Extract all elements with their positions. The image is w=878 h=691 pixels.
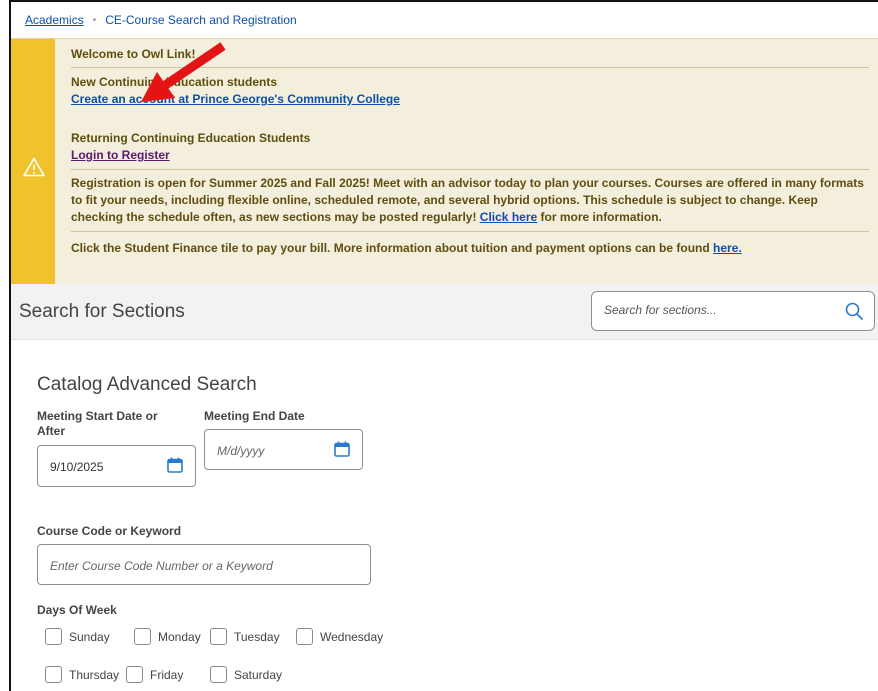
- day-checkbox-thursday[interactable]: Thursday: [45, 666, 119, 683]
- day-checkbox-sunday[interactable]: Sunday: [45, 628, 110, 645]
- notification-content: Welcome to Owl Link! New Continuing Educ…: [71, 39, 869, 263]
- checkbox[interactable]: [126, 666, 143, 683]
- breadcrumb-academics-link[interactable]: Academics: [25, 13, 84, 27]
- breadcrumb-separator: •: [92, 14, 97, 26]
- notice-returning-students: Returning Continuing Education Students …: [71, 122, 869, 170]
- registration-text: Registration is open for Summer 2025 and…: [71, 176, 864, 224]
- day-label: Monday: [158, 629, 201, 644]
- checkbox[interactable]: [296, 628, 313, 645]
- end-date-label: Meeting End Date: [204, 409, 305, 423]
- day-label: Sunday: [69, 629, 110, 644]
- start-date-value: 9/10/2025: [50, 460, 104, 474]
- keyword-placeholder: Enter Course Code Number or a Keyword: [50, 559, 273, 573]
- start-date-label: Meeting Start Date or After: [37, 409, 158, 438]
- day-checkbox-friday[interactable]: Friday: [126, 666, 183, 683]
- day-checkbox-saturday[interactable]: Saturday: [210, 666, 282, 683]
- welcome-text: Welcome to Owl Link!: [71, 47, 196, 61]
- finance-here-link[interactable]: here.: [713, 241, 742, 255]
- search-input[interactable]: [602, 302, 826, 318]
- checkbox[interactable]: [210, 666, 227, 683]
- end-date-field[interactable]: M/d/yyyy: [204, 429, 363, 470]
- click-here-link[interactable]: Click here: [480, 210, 537, 224]
- checkbox[interactable]: [134, 628, 151, 645]
- calendar-icon[interactable]: [333, 440, 351, 458]
- keyword-field[interactable]: Enter Course Code Number or a Keyword: [37, 544, 371, 585]
- keyword-label: Course Code or Keyword: [37, 524, 182, 538]
- end-date-placeholder: M/d/yyyy: [217, 444, 265, 458]
- day-checkbox-wednesday[interactable]: Wednesday: [296, 628, 383, 645]
- advanced-search-title: Catalog Advanced Search: [37, 374, 257, 395]
- search-icon[interactable]: [844, 301, 864, 321]
- breadcrumb: Academics • CE-Course Search and Registr…: [11, 2, 878, 38]
- notice-new-students: New Continuing Education students Create…: [71, 68, 869, 122]
- search-header: Search for Sections: [11, 284, 878, 340]
- search-title: Search for Sections: [19, 301, 185, 322]
- login-to-register-link[interactable]: Login to Register: [71, 148, 170, 162]
- day-label: Wednesday: [320, 629, 384, 644]
- warning-icon: [23, 157, 45, 177]
- checkbox[interactable]: [45, 666, 62, 683]
- notice-registration: Registration is open for Summer 2025 and…: [71, 170, 869, 232]
- days-of-week-label: Days Of Week: [37, 603, 117, 617]
- day-label: Thursday: [69, 667, 120, 682]
- notice-finance: Click the Student Finance tile to pay yo…: [71, 232, 869, 263]
- notification-banner: Welcome to Owl Link! New Continuing Educ…: [11, 38, 878, 284]
- search-box: [591, 291, 875, 331]
- start-date-field[interactable]: 9/10/2025: [37, 445, 196, 487]
- day-checkbox-monday[interactable]: Monday: [134, 628, 201, 645]
- day-label: Friday: [150, 667, 184, 682]
- page-frame: Academics • CE-Course Search and Registr…: [9, 0, 878, 691]
- calendar-icon[interactable]: [166, 456, 184, 474]
- click-here-suffix: for more information.: [540, 210, 662, 224]
- create-account-link[interactable]: Create an account at Prince George's Com…: [71, 92, 400, 106]
- checkbox[interactable]: [210, 628, 227, 645]
- day-checkbox-tuesday[interactable]: Tuesday: [210, 628, 280, 645]
- breadcrumb-current: CE-Course Search and Registration: [105, 13, 297, 27]
- day-label: Tuesday: [234, 629, 280, 644]
- checkbox[interactable]: [45, 628, 62, 645]
- new-students-heading: New Continuing Education students: [71, 75, 277, 89]
- notice-welcome: Welcome to Owl Link!: [71, 39, 869, 68]
- returning-heading: Returning Continuing Education Students: [71, 131, 311, 145]
- day-label: Saturday: [234, 667, 283, 682]
- finance-text: Click the Student Finance tile to pay yo…: [71, 241, 710, 255]
